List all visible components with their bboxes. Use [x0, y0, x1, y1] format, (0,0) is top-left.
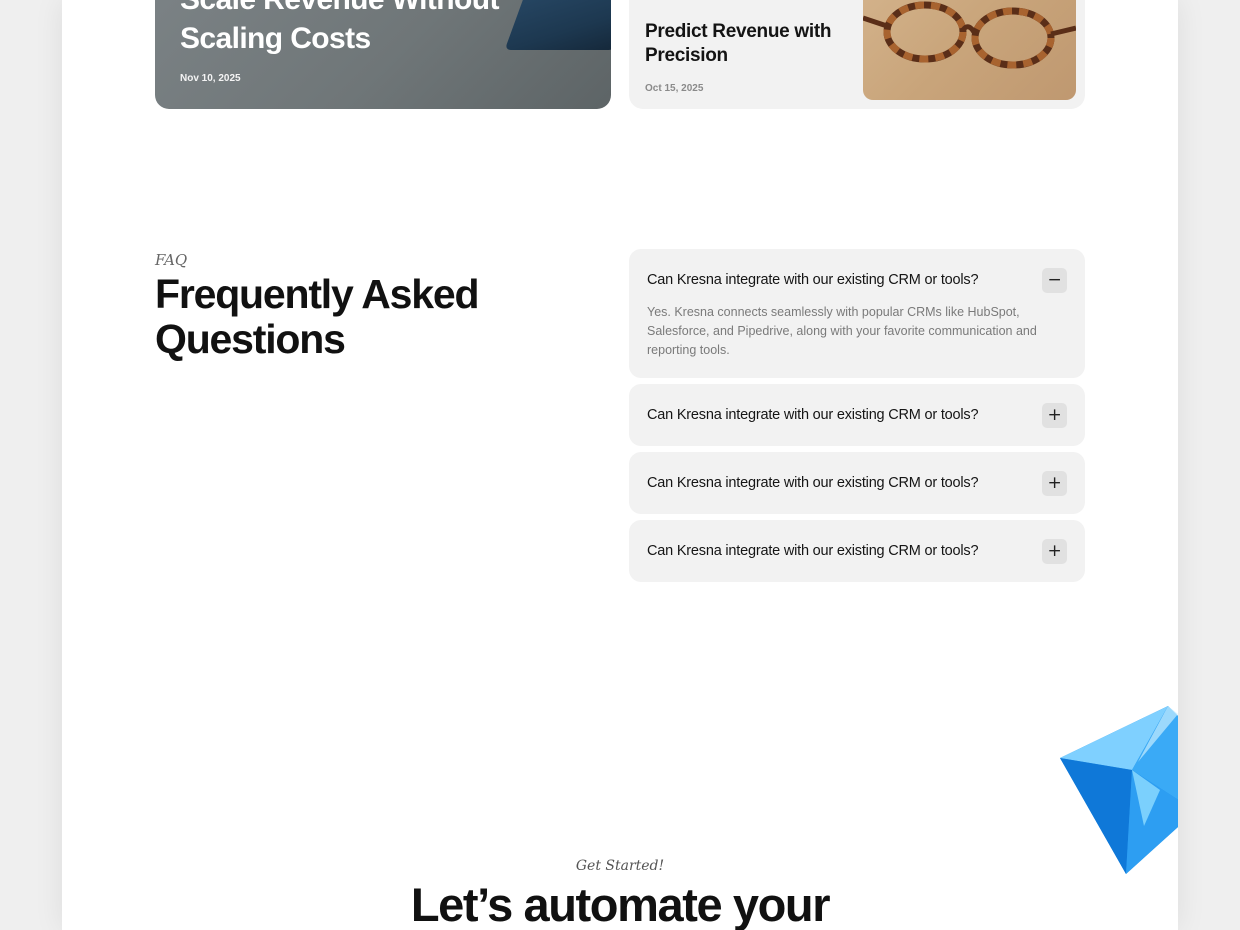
blog-card-title: Scale Revenue Without Scaling Costs	[180, 0, 499, 55]
faq-item[interactable]: Can Kresna integrate with our existing C…	[629, 249, 1085, 378]
page-container: Scale Revenue Without Scaling Costs Nov …	[62, 0, 1178, 930]
plus-icon[interactable]: +	[1042, 538, 1067, 564]
blog-card-title: Predict Revenue with Precision	[645, 21, 832, 66]
faq-question-row[interactable]: Can Kresna integrate with our existing C…	[647, 249, 1067, 311]
faq-question: Can Kresna integrate with our existing C…	[647, 475, 979, 491]
faq-item[interactable]: Can Kresna integrate with our existing C…	[629, 452, 1085, 514]
faq-question-row[interactable]: Can Kresna integrate with our existing C…	[647, 520, 1067, 582]
faq-list: Can Kresna integrate with our existing C…	[629, 249, 1085, 588]
faq-eyebrow: FAQ	[155, 251, 188, 269]
faq-question-row[interactable]: Can Kresna integrate with our existing C…	[647, 452, 1067, 514]
gem-icon	[1060, 706, 1178, 874]
cta-eyebrow: Get Started!	[575, 858, 665, 874]
faq-answer: Yes. Kresna connects seamlessly with pop…	[647, 305, 1037, 357]
minus-icon[interactable]: −	[1042, 267, 1067, 293]
cta-heading: Let’s automate your	[410, 878, 831, 930]
blog-card-predict-revenue[interactable]: Predict Revenue with Precision Oct 15, 2…	[629, 0, 1085, 109]
faq-question: Can Kresna integrate with our existing C…	[647, 407, 979, 423]
blog-card-date: Oct 15, 2025	[645, 83, 704, 94]
faq-heading: Frequently Asked Questions	[155, 271, 480, 362]
faq-question: Can Kresna integrate with our existing C…	[647, 272, 979, 288]
faq-question: Can Kresna integrate with our existing C…	[647, 543, 979, 559]
plus-icon[interactable]: +	[1042, 470, 1067, 496]
faq-item[interactable]: Can Kresna integrate with our existing C…	[629, 520, 1085, 582]
faq-question-row[interactable]: Can Kresna integrate with our existing C…	[647, 384, 1067, 446]
faq-item[interactable]: Can Kresna integrate with our existing C…	[629, 384, 1085, 446]
blog-card-scale-revenue[interactable]: Scale Revenue Without Scaling Costs Nov …	[155, 0, 611, 109]
eyeglasses-image	[863, 0, 1076, 100]
plus-icon[interactable]: +	[1042, 402, 1067, 428]
blog-card-date: Nov 10, 2025	[180, 73, 241, 84]
